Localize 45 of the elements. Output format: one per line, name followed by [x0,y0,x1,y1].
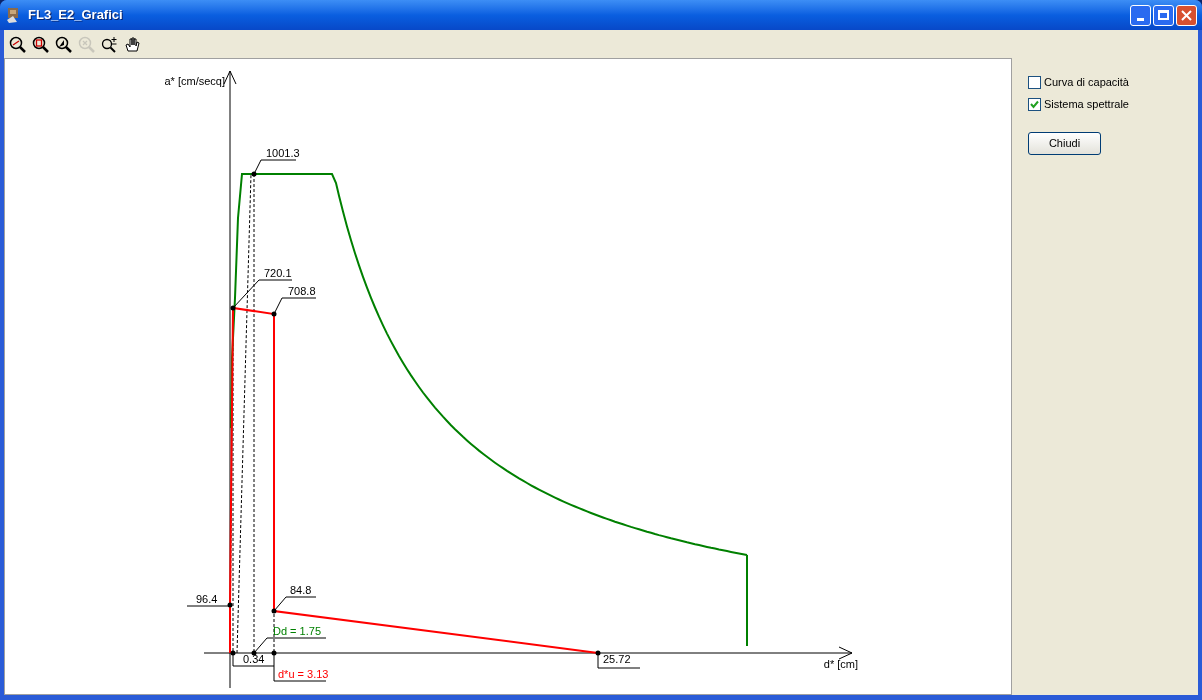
data-point [227,602,233,608]
checkbox-label: Sistema spettrale [1044,96,1129,112]
point-label: 1001.3 [266,147,300,159]
point-label: 720.1 [264,267,292,279]
point-label: Dd = 1.75 [273,625,321,637]
close-icon [1181,9,1192,21]
data-point [230,305,236,311]
data-point [271,608,277,614]
maximize-button[interactable] [1153,4,1174,26]
minimize-button[interactable] [1130,4,1151,26]
hand-button[interactable] [123,35,141,53]
zoom-out-icon [8,35,26,53]
leader-line [186,605,231,607]
window-title: FL3_E2_Grafici [28,6,123,25]
checkbox-label: Curva di capacità [1044,74,1129,90]
close-button[interactable] [1176,4,1197,26]
point-label: 0.34 [243,653,265,665]
checkbox[interactable] [1028,75,1041,89]
leader-line [253,159,297,175]
leader-line [273,596,317,612]
leader-line [597,652,641,669]
y-axis-label: a* [cm/secq] [164,75,225,87]
checkbox[interactable] [1028,97,1041,111]
zoom-page-icon [31,35,49,53]
zoom-icon [77,35,95,53]
zoom-page-button[interactable] [31,35,49,53]
data-point [271,650,277,656]
data-point [271,311,277,317]
zoom-pointer-button[interactable] [54,35,72,53]
hand-icon [123,35,141,53]
point-label: 25.72 [603,653,631,665]
point-label: d*u = 3.13 [278,668,329,680]
data-point [251,650,257,656]
zoom-in-out-button[interactable] [100,35,118,53]
zoom-pointer-icon [54,35,72,53]
zoom-out-button[interactable] [8,35,26,53]
data-point [230,650,236,656]
point-label: 96.4 [196,593,218,605]
data-point [251,171,257,177]
point-label: 708.8 [288,285,316,297]
data-point [595,650,601,656]
close-dialog-button[interactable]: Chiudi [1028,132,1101,155]
zoom-in-out-icon [100,35,118,53]
point-label: 84.8 [290,584,312,596]
x-axis-label: d* [cm] [823,658,858,670]
